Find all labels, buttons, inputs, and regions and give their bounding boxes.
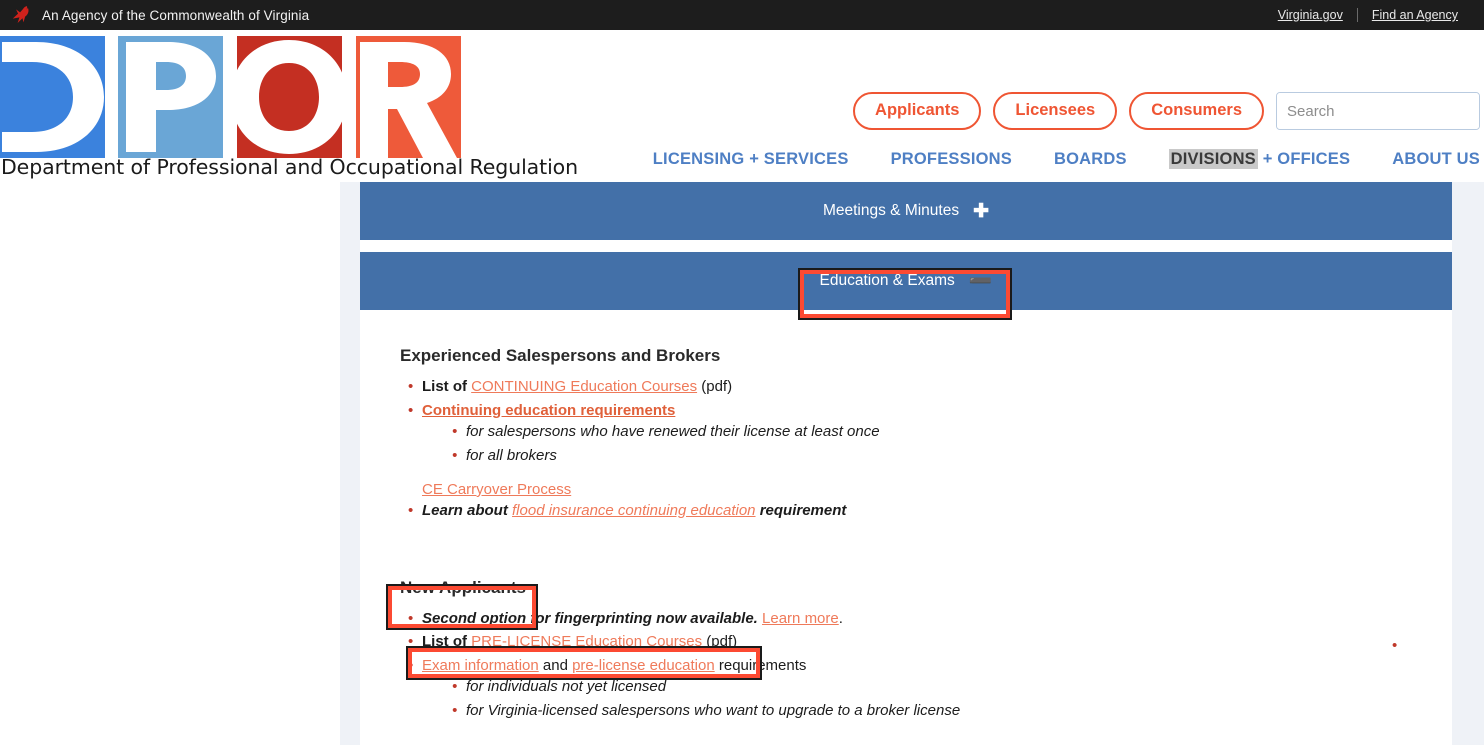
minus-icon: ➖ [968,270,993,292]
sublist-continuing-requirements: for salespersons who have renewed their … [422,421,1452,467]
accordion-panel-education-exams: Experienced Salespersons and Brokers Lis… [360,310,1452,724]
list-item: Continuing education requirements for sa… [408,400,1452,470]
sublist-exam-requirements: for individuals not yet licensed for Vir… [422,676,1452,722]
requirements-suffix: requirements [714,656,807,674]
link-continuing-education-requirements[interactable]: Continuing education requirements [422,402,675,419]
consumers-button[interactable]: Consumers [1129,92,1264,130]
list-item: List of CONTINUING Education Courses (pd… [408,376,1452,399]
plus-icon: ✚ [973,200,990,222]
main-navigation: LICENSING + SERVICES PROFESSIONS BOARDS … [653,149,1480,169]
list-item: Exam information and pre-license educati… [408,655,1452,725]
list-item: Second option for fingerprinting now ava… [408,608,1452,631]
link-pre-license-education-courses[interactable]: PRE-LICENSE Education Courses [471,633,702,650]
requirement-suffix: requirement [755,502,847,519]
list-of-label: List of [422,378,472,395]
gov-bar-links: Virginia.gov Find an Agency [1264,8,1472,22]
cardinal-bird-icon [12,6,29,23]
commonwealth-gov-bar: An Agency of the Commonwealth of Virgini… [0,0,1484,30]
content-column: Meetings & Minutes ✚ Education & Exams ➖… [360,182,1452,745]
list-item: for salespersons who have renewed their … [452,421,1452,444]
heading-new-applicants: New Applicants [400,577,526,597]
pdf-suffix: (pdf) [697,378,733,395]
list-new-applicants: Second option for fingerprinting now ava… [400,608,1452,725]
nav-licensing-services[interactable]: LICENSING + SERVICES [653,150,849,169]
link-learn-more[interactable]: Learn more [762,610,839,627]
accordion-education-exams-label: Education & Exams [819,272,955,289]
link-exam-information[interactable]: Exam information [422,657,539,674]
link-continuing-education-courses[interactable]: CONTINUING Education Courses [471,378,697,395]
licensees-button[interactable]: Licensees [993,92,1118,130]
accordion-education-exams[interactable]: Education & Exams ➖ [360,252,1452,310]
list-item: for all brokers [452,445,1452,468]
link-ce-carryover-process[interactable]: CE Carryover Process [422,481,571,498]
nav-divisions-rest: + OFFICES [1257,150,1351,168]
nav-divisions-highlight: DIVISIONS [1168,149,1258,169]
accordion-meetings-minutes[interactable]: Meetings & Minutes ✚ [360,182,1452,240]
search-input[interactable] [1277,93,1479,129]
fingerprinting-note: Second option for fingerprinting now ava… [422,609,758,627]
stray-bullet-marker: • [1392,637,1398,654]
list-item: List of PRE-LICENSE Education Courses (p… [408,631,1452,654]
dpor-logo-mark [0,36,461,158]
dpor-tagline: Department of Professional and Occupatio… [1,155,578,179]
period-suffix: . [838,609,843,627]
header-actions: Applicants Licensees Consumers [853,92,1480,130]
link-find-an-agency[interactable]: Find an Agency [1358,8,1472,22]
heading-experienced-salespersons: Experienced Salespersons and Brokers [400,346,721,365]
nav-about-us[interactable]: ABOUT US [1392,150,1480,169]
page-body: Meetings & Minutes ✚ Education & Exams ➖… [0,182,1484,745]
nav-divisions-offices[interactable]: DIVISIONS + OFFICES [1168,149,1351,169]
list-item: for individuals not yet licensed [452,676,1452,699]
list-item: for Virginia-licensed salespersons who w… [452,700,1452,723]
site-search [1276,92,1480,130]
link-virginia-gov[interactable]: Virginia.gov [1264,8,1357,22]
list-experienced: List of CONTINUING Education Courses (pd… [400,376,1452,469]
link-pre-license-education[interactable]: pre-license education [572,657,715,674]
dpor-logo[interactable]: Department of Professional and Occupatio… [0,36,578,179]
nav-boards[interactable]: BOARDS [1054,150,1127,169]
list-of-label: List of [422,633,472,650]
list-item: Learn about flood insurance continuing e… [408,500,1452,523]
content-frame: Meetings & Minutes ✚ Education & Exams ➖… [340,182,1484,745]
site-header: Department of Professional and Occupatio… [0,30,1484,182]
gov-bar-agency-text: An Agency of the Commonwealth of Virgini… [42,7,310,23]
learn-about-label: Learn about [422,502,513,519]
pdf-suffix: (pdf) [702,633,738,650]
list-flood-insurance: Learn about flood insurance continuing e… [400,500,1452,523]
accordion-meetings-minutes-label: Meetings & Minutes [822,202,960,219]
nav-professions[interactable]: PROFESSIONS [891,150,1012,169]
ce-carryover-row: CE Carryover Process [400,481,1452,498]
link-flood-insurance-continuing-education[interactable]: flood insurance continuing education [512,502,756,519]
and-conjunction: and [538,656,573,674]
applicants-button[interactable]: Applicants [853,92,982,130]
